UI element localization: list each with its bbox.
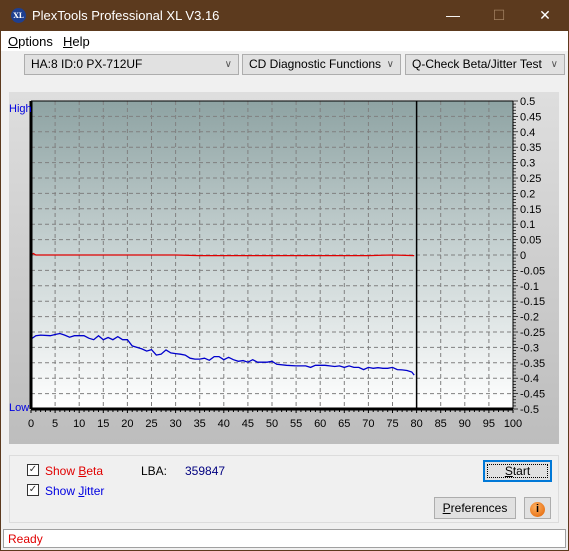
y-tick-label: -0.15 bbox=[520, 296, 545, 308]
x-tick-label: 5 bbox=[52, 418, 58, 430]
x-tick-label: 50 bbox=[266, 418, 278, 430]
beta-jitter-chart: 0 5 10 15 20 25 30 35 40 45 50 55 60 65 70 75 80 85 90 95 10… bbox=[9, 96, 545, 430]
start-button[interactable]: Start bbox=[483, 460, 552, 482]
x-tick-label: 75 bbox=[386, 418, 398, 430]
lba-label: LBA: bbox=[141, 464, 168, 478]
y-tick-label: 0.4 bbox=[520, 127, 535, 139]
y-tick-label: 0.15 bbox=[520, 204, 541, 216]
info-button[interactable]: i bbox=[524, 497, 551, 519]
show-beta-label[interactable]: Show Beta bbox=[45, 464, 103, 478]
y-tick-label: -0.4 bbox=[520, 373, 539, 385]
y-tick-label: -0.35 bbox=[520, 358, 545, 370]
y-tick-label: 0 bbox=[520, 250, 526, 262]
y-tick-label: 0.3 bbox=[520, 158, 535, 170]
x-tick-label: 80 bbox=[410, 418, 422, 430]
y-tick-label: 0.25 bbox=[520, 173, 541, 185]
x-tick-label: 65 bbox=[338, 418, 350, 430]
y-tick-label: 0.1 bbox=[520, 219, 535, 231]
app-window: XL PlexTools Professional XL V3.16 — ☐ ✕… bbox=[1, 0, 568, 550]
x-tick-label: 0 bbox=[28, 418, 34, 430]
show-beta-rest: eta bbox=[86, 464, 104, 478]
x-tick-label: 20 bbox=[121, 418, 133, 430]
x-tick-label: 30 bbox=[169, 418, 181, 430]
preferences-accel: P bbox=[442, 501, 451, 515]
show-jitter-rest: itter bbox=[84, 484, 105, 498]
x-tick-label: 40 bbox=[218, 418, 230, 430]
lba-value: 359847 bbox=[185, 464, 226, 478]
show-beta-checkbox[interactable]: ✓ bbox=[27, 464, 39, 476]
y-tick-label: -0.1 bbox=[520, 281, 539, 293]
y-tick-label: 0.5 bbox=[520, 96, 535, 108]
preferences-button[interactable]: Preferences bbox=[434, 497, 516, 519]
options-panel: ✓ Show Beta ✓ Show Jitter LBA: 359847 St… bbox=[9, 455, 559, 523]
y-tick-label: 0.35 bbox=[520, 142, 541, 154]
x-tick-label: 35 bbox=[194, 418, 206, 430]
y-tick-label: -0.05 bbox=[520, 265, 545, 277]
y-tick-label: -0.2 bbox=[520, 312, 539, 324]
y-tick-label: -0.5 bbox=[520, 404, 539, 416]
x-tick-label: 100 bbox=[504, 418, 522, 430]
x-tick-label: 90 bbox=[459, 418, 471, 430]
x-tick-label: 55 bbox=[290, 418, 302, 430]
y-tick-label: -0.45 bbox=[520, 389, 545, 401]
y-tick-label: 0.2 bbox=[520, 188, 535, 200]
x-tick-label: 70 bbox=[362, 418, 374, 430]
x-tick-label: 15 bbox=[97, 418, 109, 430]
y-tick-label: -0.3 bbox=[520, 342, 539, 354]
y-tick-label: 0.45 bbox=[520, 111, 541, 123]
show-beta-text: Show bbox=[45, 464, 79, 478]
focus-rect bbox=[487, 464, 548, 478]
show-jitter-checkbox[interactable]: ✓ bbox=[27, 484, 39, 496]
low-label: Low bbox=[9, 402, 29, 414]
x-tick-label: 10 bbox=[73, 418, 85, 430]
y-tick-label: -0.25 bbox=[520, 327, 545, 339]
preferences-label: references bbox=[450, 501, 508, 515]
status-bar: Ready bbox=[3, 529, 566, 548]
x-tick-label: 60 bbox=[314, 418, 326, 430]
show-jitter-label[interactable]: Show Jitter bbox=[45, 484, 104, 498]
x-tick-label: 25 bbox=[145, 418, 157, 430]
info-icon: i bbox=[530, 502, 545, 517]
y-tick-label: 0.05 bbox=[520, 235, 541, 247]
x-tick-label: 45 bbox=[242, 418, 254, 430]
x-tick-label: 95 bbox=[483, 418, 495, 430]
show-jitter-text: Show bbox=[45, 484, 79, 498]
x-tick-label: 85 bbox=[435, 418, 447, 430]
status-text: Ready bbox=[8, 532, 43, 546]
high-label: High bbox=[9, 103, 32, 115]
